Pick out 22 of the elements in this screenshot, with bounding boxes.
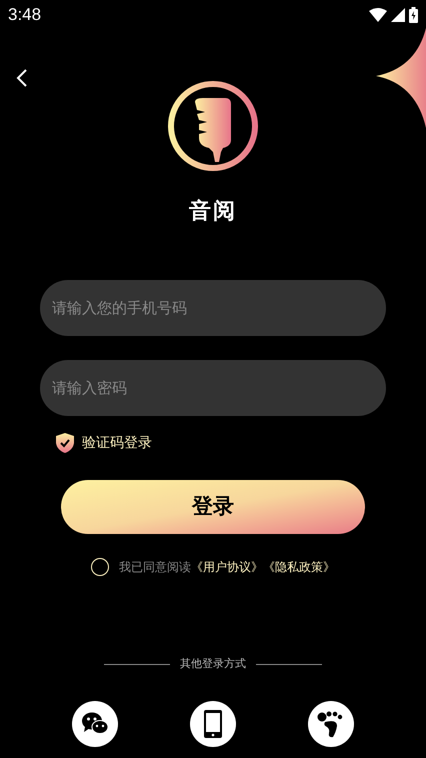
- agreement-text: 我已同意阅读: [119, 559, 191, 576]
- footprint-icon: [317, 710, 345, 738]
- phone-input-field[interactable]: 请输入您的手机号码: [40, 280, 386, 336]
- policy-link[interactable]: 《隐私政策》: [263, 558, 335, 576]
- signal-icon: [391, 8, 405, 22]
- verify-code-login-link[interactable]: 验证码登录: [82, 432, 152, 453]
- password-input-field[interactable]: 请输入密码: [40, 360, 386, 416]
- other-login-title: 其他登录方式: [180, 656, 246, 672]
- footprint-login-button[interactable]: [308, 700, 354, 746]
- policy-link[interactable]: 《用户协议》: [191, 558, 263, 576]
- login-button[interactable]: 登录: [61, 480, 365, 534]
- phone-login-button[interactable]: [190, 700, 236, 746]
- back-icon: [16, 68, 28, 88]
- app-title: 音阅: [189, 197, 237, 225]
- wifi-icon: [369, 8, 387, 22]
- tablet-icon: [204, 710, 222, 738]
- shield-check-icon: [56, 432, 74, 452]
- microphone-logo-icon: [167, 80, 259, 172]
- status-time: 3:48: [8, 4, 42, 26]
- agreement-checkbox[interactable]: [91, 558, 109, 576]
- battery-icon: [409, 7, 418, 23]
- wechat-login-button[interactable]: [72, 700, 118, 746]
